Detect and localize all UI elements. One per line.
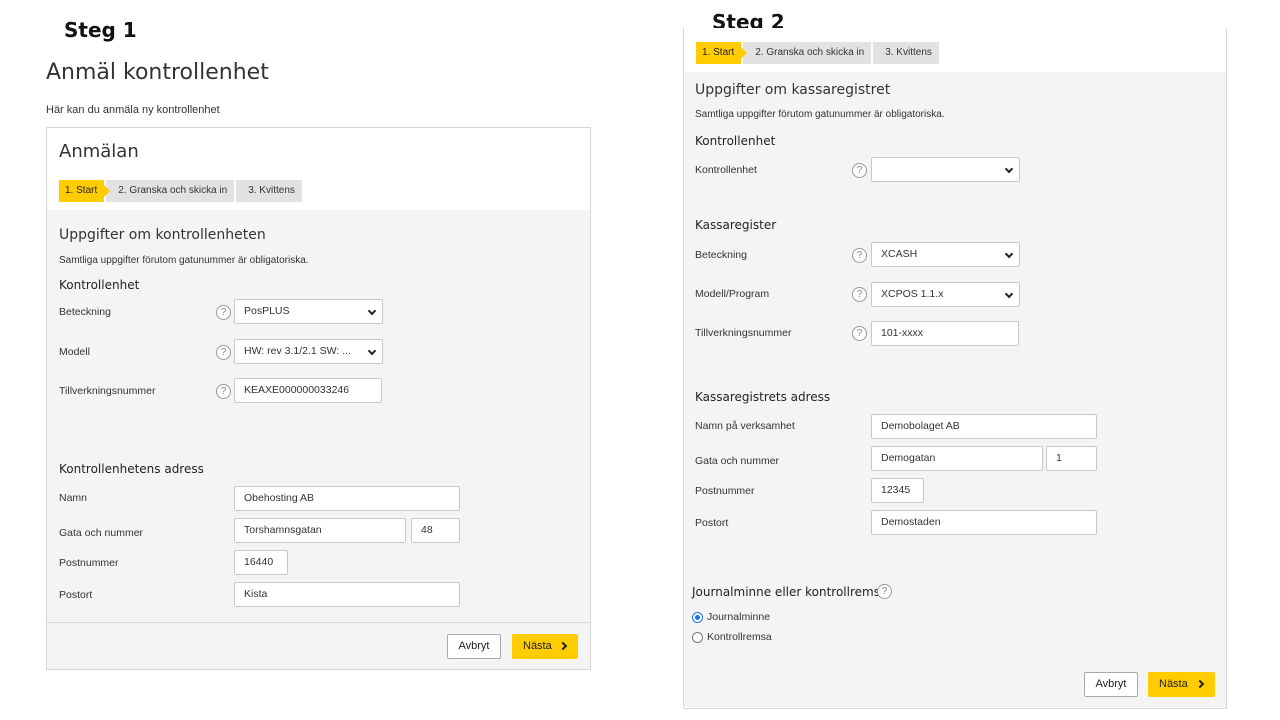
postnummer-input[interactable]: 16440 [234,550,288,575]
chevron-right-icon [558,641,568,651]
progress-steps: 1. Start 2. Granska och skicka in 3. Kvi… [59,180,304,202]
page-intro: Här kan du anmäla ny kontrollenhet [46,104,220,116]
gatunummer-input[interactable]: 48 [411,518,460,543]
step1-heading: Steg 1 [64,18,137,42]
chevron-down-icon [1004,289,1014,299]
question-circle-icon[interactable]: ? [877,584,892,599]
cancel-button[interactable]: Avbryt [1084,672,1138,697]
kontrollenhet-label: Kontrollenhet [695,164,757,176]
tillverkningsnummer-label: Tillverkningsnummer [59,385,156,397]
modell-select[interactable]: HW: rev 3.1/2.1 SW: ... [234,339,383,364]
form-footer: Avbryt Nästa [47,622,590,669]
modell-program-select[interactable]: XCPOS 1.1.x [871,282,1020,307]
chevron-down-icon [367,346,377,356]
next-button[interactable]: Nästa [1148,672,1215,697]
question-circle-icon[interactable]: ? [216,305,231,320]
question-circle-icon[interactable]: ? [216,345,231,360]
namn-label: Namn på verksamhet [695,420,795,432]
question-circle-icon[interactable]: ? [852,287,867,302]
gatunummer-input[interactable]: 1 [1046,446,1097,471]
form-body: Uppgifter om kontrollenheten Samtliga up… [47,210,590,622]
tillverkningsnummer-input[interactable]: 101-xxxx [871,321,1019,346]
radio-journalminne-label[interactable]: Journalminne [707,611,770,623]
postnummer-input[interactable]: 12345 [871,478,924,503]
step-receipt: 3. Kvittens [236,180,302,202]
chevron-right-icon [1195,679,1205,689]
namn-input[interactable]: Demobolaget AB [871,414,1097,439]
beteckning-label: Beteckning [59,306,111,318]
kontrollenhet-select[interactable] [871,157,1020,182]
beteckning-label: Beteckning [695,249,747,261]
section-title: Uppgifter om kassaregistret [695,82,891,98]
progress-steps: 1. Start 2. Granska och skicka in 3. Kvi… [696,42,941,64]
unit-group-title: Kontrollenhet [59,278,140,292]
step-start: 1. Start [696,42,748,64]
beteckning-value: XCASH [881,248,918,260]
gata-label: Gata och nummer [59,527,144,539]
postort-label: Postort [695,517,729,529]
register-card: 1. Start 2. Granska och skicka in 3. Kvi… [683,28,1227,709]
question-circle-icon[interactable]: ? [852,248,867,263]
next-button[interactable]: Nästa [512,634,578,659]
chevron-down-icon [1004,164,1014,174]
step-receipt: 3. Kvittens [873,42,939,64]
form-body: Uppgifter om kassaregistret Samtliga upp… [684,72,1226,682]
question-circle-icon[interactable]: ? [852,163,867,178]
next-button-label: Nästa [1159,678,1188,690]
tillverkningsnummer-input[interactable]: KEAXE000000033246 [234,378,382,403]
modell-program-value: XCPOS 1.1.x [881,288,944,300]
radio-kontrollremsa-label[interactable]: Kontrollremsa [707,631,772,643]
step-start: 1. Start [59,180,111,202]
register-group-title: Kassaregister [695,218,777,232]
namn-label: Namn [59,492,88,504]
beteckning-select[interactable]: PosPLUS [234,299,383,324]
card-title: Anmälan [59,141,139,162]
required-note: Samtliga uppgifter förutom gatunummer är… [695,109,945,120]
gata-label: Gata och nummer [695,455,780,467]
tillverkningsnummer-label: Tillverkningsnummer [695,327,792,339]
address-group-title: Kassaregistrets adress [695,390,831,404]
chevron-down-icon [1004,249,1014,259]
required-note: Samtliga uppgifter förutom gatunummer är… [59,255,309,266]
postort-input[interactable]: Demostaden [871,510,1097,535]
modell-label: Modell [59,346,90,358]
step-review: 2. Granska och skicka in [106,180,235,202]
beteckning-value: PosPLUS [244,305,290,317]
registration-card: Anmälan 1. Start 2. Granska och skicka i… [46,127,591,670]
question-circle-icon[interactable]: ? [216,384,231,399]
unit-group-title: Kontrollenhet [695,134,776,148]
address-group-title: Kontrollenhetens adress [59,462,204,476]
radio-kontrollremsa[interactable] [692,632,703,643]
cancel-button[interactable]: Avbryt [447,634,501,659]
beteckning-select[interactable]: XCASH [871,242,1020,267]
page-title: Anmäl kontrollenhet [46,60,269,85]
postnummer-label: Postnummer [695,485,755,497]
postort-input[interactable]: Kista [234,582,460,607]
modell-value: HW: rev 3.1/2.1 SW: ... [244,345,351,357]
gata-input[interactable]: Torshamnsgatan [234,518,406,543]
journal-title: Journalminne eller kontrollremsa [692,585,888,599]
step-review: 2. Granska och skicka in [743,42,872,64]
radio-journalminne[interactable] [692,612,703,623]
postort-label: Postort [59,589,93,601]
question-circle-icon[interactable]: ? [852,326,867,341]
chevron-down-icon [367,306,377,316]
postnummer-label: Postnummer [59,557,119,569]
modell-program-label: Modell/Program [695,288,770,300]
gata-input[interactable]: Demogatan [871,446,1043,471]
namn-input[interactable]: Obehosting AB [234,486,460,511]
next-button-label: Nästa [523,640,552,652]
form-footer: Avbryt Nästa [684,659,1226,707]
section-title: Uppgifter om kontrollenheten [59,227,266,243]
